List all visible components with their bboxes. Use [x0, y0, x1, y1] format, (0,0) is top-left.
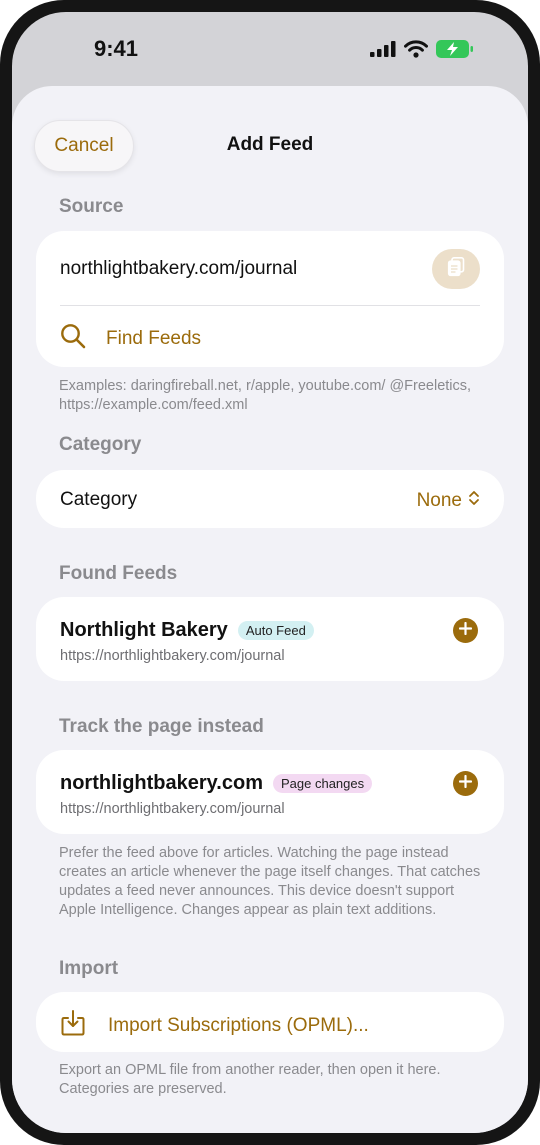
category-row[interactable]: Category None [36, 470, 504, 528]
status-icons [370, 40, 474, 63]
import-footer-text: Export an OPML file from another reader,… [59, 1062, 441, 1097]
import-opml-button[interactable]: Import Subscriptions (OPML)... [36, 992, 504, 1052]
import-section-header: Import [59, 958, 119, 979]
category-picker[interactable]: None [417, 489, 480, 513]
add-track-page-button[interactable] [453, 771, 478, 796]
plus-icon [458, 774, 473, 793]
screen: 9:41 Cancel Add Feed Source northlightba… [12, 12, 528, 1133]
chevron-up-down-icon [468, 489, 480, 513]
track-page-url: https://northlightbakery.com/journal [60, 801, 285, 817]
search-icon [60, 323, 86, 354]
tray-download-icon [60, 1009, 86, 1042]
track-page-item[interactable]: northlightbakery.com Page changes https:… [36, 750, 504, 834]
wifi-icon [404, 40, 428, 63]
find-feeds-button[interactable]: Find Feeds [60, 323, 201, 354]
source-card: northlightbakery.com/journal Find Feeds [36, 231, 504, 367]
source-examples-text: Examples: daringfireball.net, r/apple, y… [59, 378, 472, 413]
category-section-header: Category [59, 434, 142, 455]
cellular-signal-icon [370, 41, 396, 62]
category-value: None [416, 490, 462, 511]
paste-button[interactable] [432, 249, 480, 289]
status-bar: 9:41 [12, 12, 528, 92]
source-section-header: Source [59, 196, 124, 217]
clipboard-paste-icon [447, 256, 465, 282]
category-label: Category [60, 489, 138, 510]
sheet-title: Add Feed [226, 134, 314, 155]
add-feed-sheet: Cancel Add Feed Source northlightbakery.… [12, 86, 528, 1133]
import-row: Import Subscriptions (OPML)... [60, 1009, 369, 1042]
auto-feed-badge: Auto Feed [237, 621, 314, 640]
found-feed-item[interactable]: Northlight Bakery Auto Feed https://nort… [36, 597, 504, 681]
track-page-title-row: northlightbakery.com Page changes [60, 772, 373, 795]
divider [60, 305, 480, 306]
source-url-input[interactable]: northlightbakery.com/journal [60, 258, 297, 280]
plus-icon [458, 621, 473, 640]
device-frame: 9:41 Cancel Add Feed Source northlightba… [0, 0, 540, 1145]
track-page-section-header: Track the page instead [59, 716, 264, 737]
found-feed-title: Northlight Bakery [60, 619, 228, 641]
add-found-feed-button[interactable] [453, 618, 478, 643]
found-feed-title-row: Northlight Bakery Auto Feed [60, 619, 314, 642]
import-opml-label: Import Subscriptions (OPML)... [108, 1014, 369, 1036]
found-feed-url: https://northlightbakery.com/journal [60, 648, 285, 664]
found-feeds-section-header: Found Feeds [59, 563, 178, 584]
find-feeds-label: Find Feeds [106, 327, 202, 349]
track-page-footer-text: Prefer the feed above for articles. Watc… [59, 845, 481, 918]
battery-charging-icon [436, 40, 474, 63]
page-changes-badge: Page changes [273, 774, 373, 793]
track-page-title: northlightbakery.com [60, 772, 263, 794]
status-time: 9:41 [94, 36, 139, 61]
